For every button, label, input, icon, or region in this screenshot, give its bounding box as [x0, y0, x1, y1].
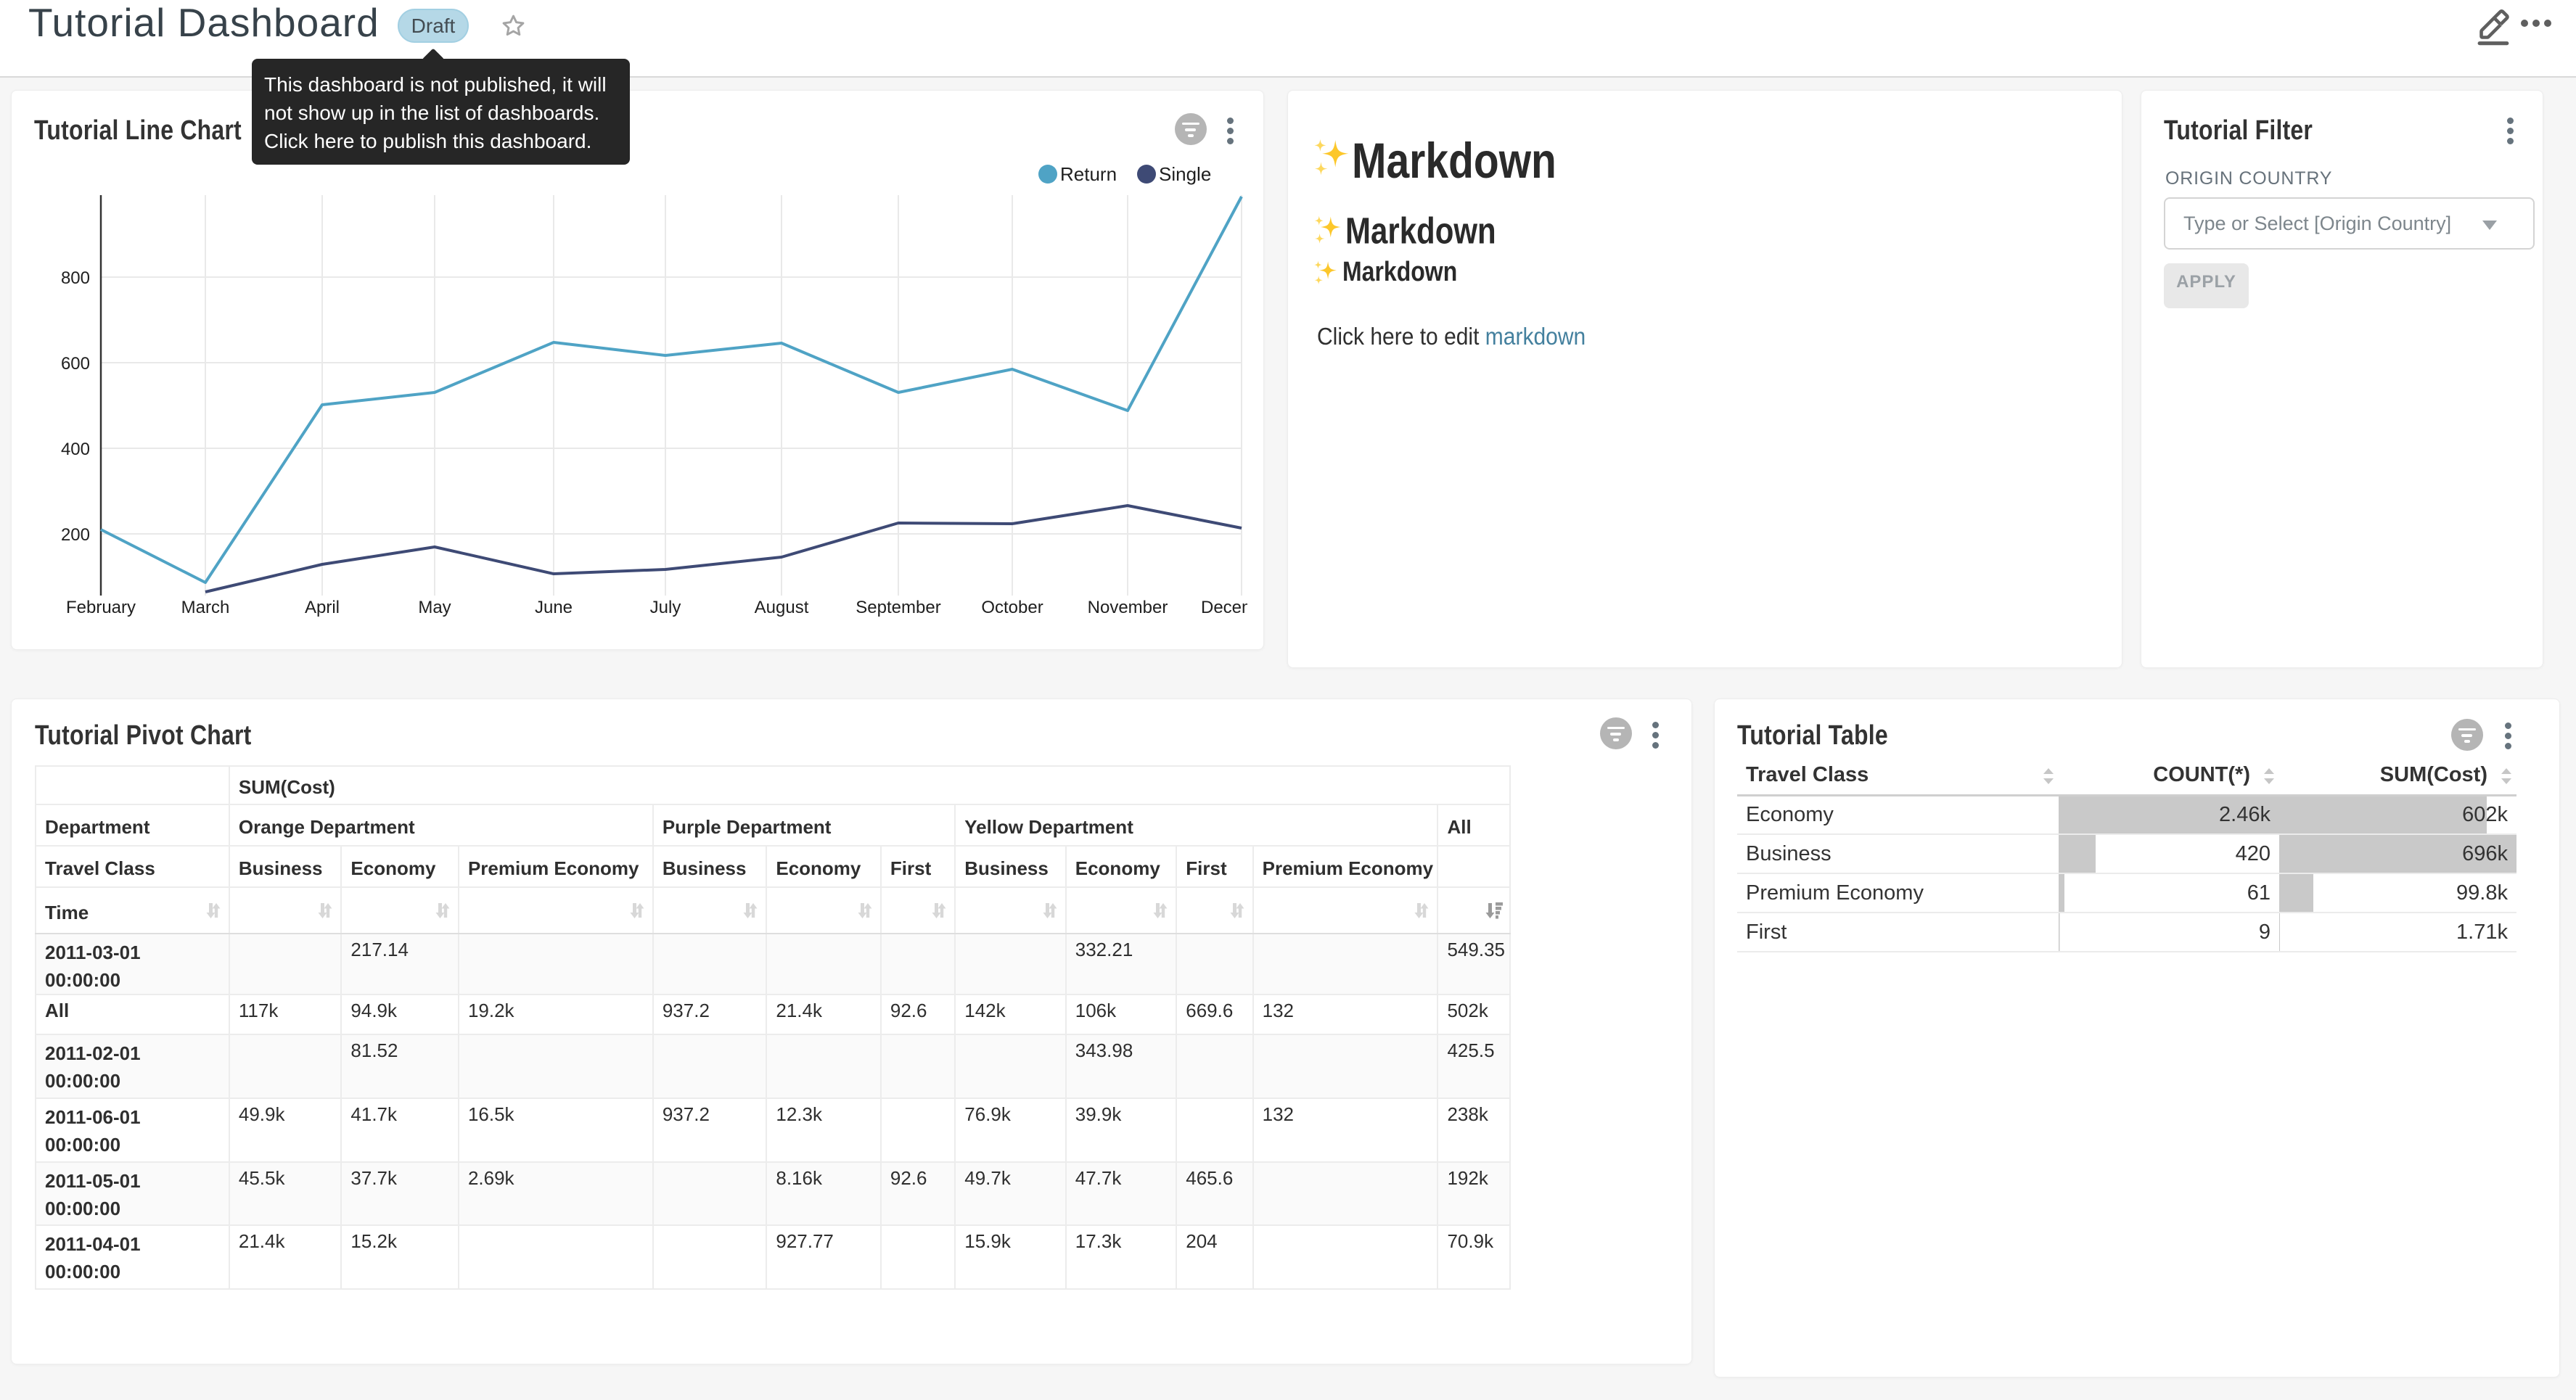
- svg-text:Single: Single: [1159, 163, 1211, 185]
- svg-text:200: 200: [61, 525, 90, 545]
- svg-text:600: 600: [61, 354, 90, 374]
- svg-text:400: 400: [61, 440, 90, 459]
- svg-text:800: 800: [61, 268, 90, 288]
- svg-text:September: September: [856, 598, 940, 617]
- svg-text:June: June: [535, 598, 573, 617]
- svg-text:August: August: [755, 598, 809, 617]
- svg-text:May: May: [418, 598, 451, 617]
- svg-text:November: November: [1088, 598, 1168, 617]
- svg-text:October: October: [981, 598, 1043, 617]
- svg-text:February: February: [66, 598, 136, 617]
- svg-text:Return: Return: [1060, 163, 1117, 185]
- svg-text:December: December: [1201, 598, 1247, 617]
- svg-text:July: July: [650, 598, 681, 617]
- svg-text:April: April: [305, 598, 340, 617]
- svg-text:March: March: [181, 598, 230, 617]
